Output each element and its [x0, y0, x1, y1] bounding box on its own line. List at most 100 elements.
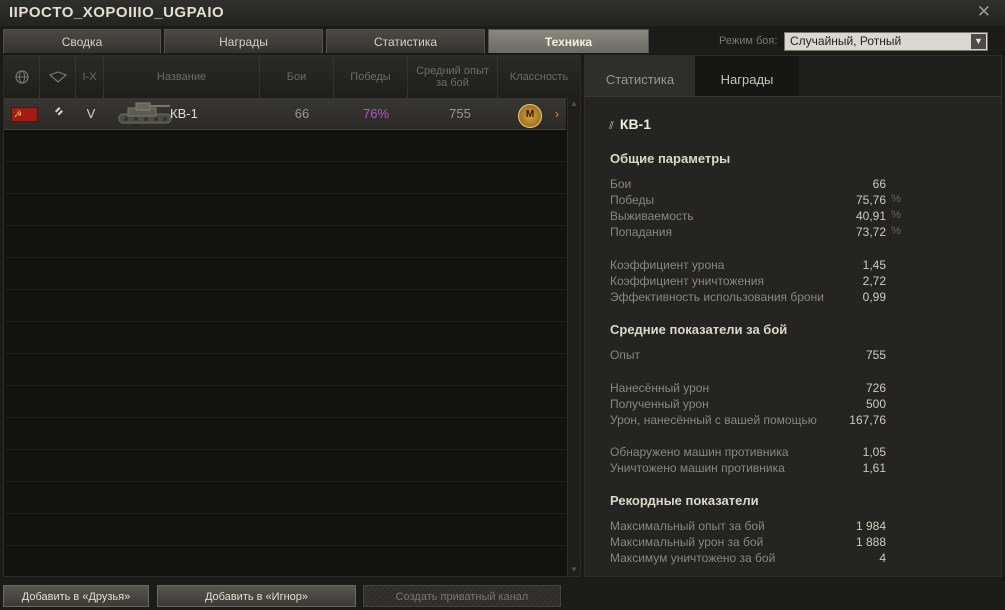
header-avg-xp[interactable]: Средний опыт за бой — [408, 56, 498, 98]
globe-icon — [14, 70, 29, 84]
stat-row: Опыт 755 — [610, 348, 910, 364]
battle-mode-dropdown[interactable]: Случайный, Ротный ▼ — [784, 32, 988, 51]
list-item — [4, 194, 566, 226]
stat-label: Максимум уничтожено за бой — [610, 551, 776, 565]
stat-row: Обнаружено машин противника 1,05 — [610, 445, 910, 461]
header-battles-label: Бои — [286, 71, 307, 83]
list-item — [4, 258, 566, 290]
vehicle-battles: 66 — [294, 106, 310, 121]
list-item — [4, 130, 566, 162]
profile-window: IIPOCTO_XOPOIIIO_UGPAIO ✕ Сводка Награды… — [0, 0, 1005, 610]
add-ignore-button[interactable]: Добавить в «Игнор» — [157, 585, 356, 607]
tank-image — [118, 102, 172, 124]
heavy-tank-icon: ⫽ — [609, 120, 614, 132]
header-wins[interactable]: Победы — [334, 56, 408, 98]
list-item — [4, 386, 566, 418]
list-item — [4, 354, 566, 386]
stat-row: Максимум уничтожено за бой 4 — [610, 551, 910, 567]
stat-value: 1,45 — [862, 258, 886, 272]
stat-label: Эффективность использования брони — [610, 290, 824, 304]
stat-value: 1 888 — [855, 535, 886, 549]
chevron-down-icon[interactable]: ▼ — [971, 34, 986, 49]
stat-row: Максимальный урон за бой 1 888 — [610, 535, 910, 551]
tank-type-icon — [48, 71, 67, 83]
stat-label: Коэффициент урона — [610, 258, 725, 272]
stat-label: Полученный урон — [610, 397, 709, 411]
tab-details-statistics[interactable]: Статистика — [585, 56, 695, 96]
list-item — [4, 514, 566, 546]
stat-row: Уничтожено машин противника 1,61 — [610, 461, 910, 477]
section-records: Рекордные показатели — [610, 493, 759, 508]
stat-value: 40,91 — [855, 209, 886, 223]
stat-label: Победы — [610, 193, 655, 207]
table-header: I-X Название Бои Победы Средний опыт за … — [4, 56, 580, 99]
stat-unit: % — [891, 209, 901, 221]
stat-value: 1 984 — [855, 519, 886, 533]
stat-value: 73,72 — [855, 225, 886, 239]
stat-value: 75,76 — [855, 193, 886, 207]
list-item — [4, 322, 566, 354]
stat-row: Коэффициент уничтожения 2,72 — [610, 274, 910, 290]
stat-value: 167,76 — [849, 413, 886, 427]
ussr-flag-icon: ☭ — [11, 107, 38, 122]
details-vehicle-name: КВ-1 — [619, 116, 652, 132]
table-scrollbar[interactable]: ▲ ▼ — [567, 98, 580, 576]
tab-statistics[interactable]: Статистика — [326, 29, 485, 53]
stat-row: Урон, нанесённый с вашей помощью 167,76 — [610, 413, 910, 429]
vehicle-table: I-X Название Бои Победы Средний опыт за … — [3, 55, 581, 578]
stat-label: Максимальный опыт за бой — [610, 519, 765, 533]
list-item — [4, 418, 566, 450]
stat-value: 4 — [879, 551, 886, 565]
list-item — [4, 450, 566, 482]
table-body: ☭ V КВ-1 66 76% 755 М › — [4, 98, 566, 578]
stat-label: Максимальный урон за бой — [610, 535, 764, 549]
stat-row: Выживаемость 40,91% — [610, 209, 910, 225]
tab-vehicles[interactable]: Техника — [488, 29, 649, 53]
create-private-channel-button[interactable]: Создать приватный канал — [363, 585, 561, 607]
chevron-right-icon[interactable]: › — [552, 98, 562, 130]
stat-label: Коэффициент уничтожения — [610, 274, 764, 288]
tab-awards[interactable]: Награды — [164, 29, 323, 53]
header-tier[interactable]: I-X — [76, 56, 104, 98]
stat-label: Выживаемость — [610, 209, 694, 223]
header-mastery-label: Классность — [509, 71, 569, 83]
vehicle-name: КВ-1 — [170, 106, 198, 121]
stat-label: Уничтожено машин противника — [610, 461, 785, 475]
header-tier-label: I-X — [82, 71, 97, 83]
header-battles[interactable]: Бои — [260, 56, 334, 98]
header-name[interactable]: Название — [104, 56, 260, 98]
section-average: Средние показатели за бой — [610, 322, 788, 337]
stat-value: 1,05 — [862, 445, 886, 459]
header-nation[interactable] — [4, 56, 40, 98]
vehicle-avg-xp: 755 — [449, 106, 471, 121]
stat-row: Нанесённый урон 726 — [610, 381, 910, 397]
header-mastery[interactable]: Классность — [498, 56, 580, 98]
stat-row: Эффективность использования брони 0,99 — [610, 290, 910, 306]
table-row[interactable]: ☭ V КВ-1 66 76% 755 М › — [4, 98, 566, 130]
header-type[interactable] — [40, 56, 76, 98]
stat-row: Коэффициент урона 1,45 — [610, 258, 910, 274]
tab-summary[interactable]: Сводка — [3, 29, 161, 53]
stat-row: Победы 75,76% — [610, 193, 910, 209]
vehicle-tier: V — [86, 106, 96, 121]
stat-label: Обнаружено машин противника — [610, 445, 789, 459]
list-item — [4, 290, 566, 322]
stat-value: 755 — [865, 348, 886, 362]
battle-mode-label: Режим боя: — [719, 35, 778, 47]
close-icon[interactable]: ✕ — [977, 2, 991, 22]
stat-value: 2,72 — [862, 274, 886, 288]
details-tabs: Статистика Награды — [585, 56, 1001, 97]
tab-details-awards[interactable]: Награды — [695, 56, 799, 96]
stat-label: Опыт — [610, 348, 640, 362]
battle-mode-value: Случайный, Ротный — [790, 34, 902, 48]
scroll-down-icon[interactable]: ▼ — [569, 565, 579, 575]
scroll-up-icon[interactable]: ▲ — [569, 99, 579, 109]
stat-unit: % — [891, 193, 901, 205]
list-item — [4, 226, 566, 258]
details-vehicle-title: ⫽ КВ-1 — [609, 116, 651, 133]
stat-row: Бои 66 — [610, 177, 910, 193]
add-friend-button[interactable]: Добавить в «Друзья» — [3, 585, 149, 607]
vehicle-details-panel: Статистика Награды ⫽ КВ-1 Общие параметры… — [584, 55, 1002, 577]
list-item — [4, 482, 566, 514]
stat-value: 66 — [872, 177, 886, 191]
